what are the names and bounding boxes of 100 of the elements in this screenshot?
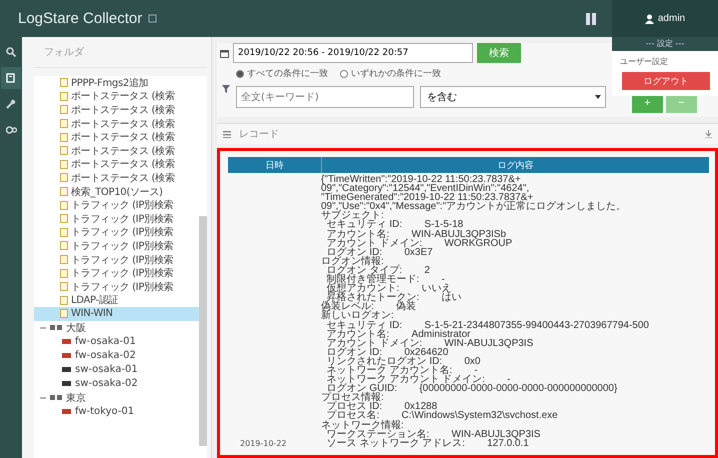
- operator-dropdown[interactable]: を含む: [420, 86, 606, 108]
- log-line: 制限付き管理モード: -: [326, 275, 445, 284]
- tree-item-label: トラフィック (IP別検索: [71, 198, 174, 212]
- tree-group-label: 大阪: [66, 322, 86, 335]
- date-cell: 2019-10-22: [240, 438, 286, 448]
- log-line: 仮想アカウント: いいえ: [326, 284, 452, 294]
- tree-item[interactable]: WIN-WIN: [34, 307, 199, 321]
- app-title: LogStare Collector: [18, 10, 142, 27]
- tree-device-label: sw-osaka-02: [75, 378, 138, 390]
- tree-item[interactable]: ポートステータス (検索: [34, 130, 199, 144]
- tree-item-label: トラフィック (IP別検索: [71, 212, 174, 226]
- tree-item[interactable]: トラフィック (IP別検索: [34, 226, 199, 240]
- logout-button[interactable]: ログアウト: [622, 72, 710, 90]
- filter-icon[interactable]: [222, 85, 230, 93]
- tree-item[interactable]: トラフィック (IP別検索: [34, 212, 199, 226]
- keyword-field[interactable]: 全文(キーワード): [236, 86, 414, 108]
- tree-device[interactable]: fw-osaka-02: [34, 348, 199, 363]
- tree-item-label: トラフィック (IP別検索: [71, 266, 174, 280]
- match-radio[interactable]: すべての条件に一致: [236, 67, 328, 80]
- tree-item[interactable]: トラフィック (IP別検索: [34, 198, 199, 212]
- log-line: プロセス名: C:\Windows\System32\svchost.exe: [326, 411, 559, 421]
- tree-item[interactable]: LDAP-認証: [34, 294, 199, 308]
- minus-icon: [40, 394, 46, 401]
- tree-item-label: PPPP-Fmgs2追加: [71, 76, 148, 90]
- log-line: セキュリティ ID: S-1-5-21-2344807355-99400443-2703967794-500: [326, 320, 650, 330]
- tree-item-label: 検索_TOP10(ソース): [71, 186, 163, 199]
- list-icon: [223, 130, 231, 138]
- grid-icon[interactable]: [586, 12, 596, 24]
- column-header[interactable]: 日時: [228, 157, 321, 173]
- menu-header: --- 設定 ---: [612, 37, 718, 51]
- log-line: ログオン ID: 0x3E7: [326, 248, 434, 257]
- tree-item[interactable]: トラフィック (IP別検索: [34, 266, 199, 280]
- tree-device[interactable]: sw-osaka-01: [34, 362, 199, 377]
- log-line: 偽装レベル: 偽装: [321, 302, 416, 312]
- tree-item[interactable]: ポートステータス (検索: [34, 103, 199, 117]
- menu-item[interactable]: ユーザー設定: [612, 56, 718, 67]
- tree-item-label: ポートステータス (検索: [71, 158, 174, 172]
- tree-item-label: トラフィック (IP別検索: [71, 240, 174, 253]
- tree-item-label: ポートステータス (検索: [71, 90, 174, 104]
- download-icon[interactable]: [705, 130, 712, 138]
- scrollbar[interactable]: [199, 216, 207, 446]
- tree-device[interactable]: fw-osaka-01: [34, 334, 199, 349]
- log-line: アカウント ドメイン: WIN-ABUJL3QP3IS: [326, 338, 534, 348]
- tree-item[interactable]: ポートステータス (検索: [34, 144, 199, 158]
- tree-device-label: fw-osaka-02: [75, 350, 136, 362]
- document-icon: [6, 73, 16, 83]
- tree-device[interactable]: fw-tokyo-01: [34, 404, 199, 419]
- tree-item[interactable]: トラフィック (IP別検索: [34, 280, 199, 294]
- tree-item[interactable]: 検索_TOP10(ソース): [34, 184, 199, 198]
- tree-device-label: sw-osaka-01: [75, 364, 138, 376]
- log-line: アカウント ドメイン: WORKGROUP: [326, 238, 514, 248]
- log-line: アカウント名: WIN-ABUJL3QP3ISb: [326, 230, 506, 239]
- tree-item[interactable]: ポートステータス (検索: [34, 171, 199, 185]
- search-icon: [6, 47, 16, 57]
- log-line: ログオン ID: 0x264620: [326, 348, 448, 357]
- tree-group[interactable]: 大阪: [34, 320, 199, 335]
- log-line: サブジェクト:: [321, 211, 384, 220]
- tree-group-label: 東京: [66, 392, 86, 405]
- user-menu-button[interactable]: admin: [612, 0, 718, 37]
- tree-item-label: トラフィック (IP別検索: [71, 280, 174, 294]
- log-line: プロセス ID: 0x1288: [326, 402, 438, 412]
- tree-device[interactable]: sw-osaka-02: [34, 376, 199, 391]
- log-line: {"TimeWritten":"2019-10-22 11:50:23.7837&+: [321, 175, 521, 184]
- log-line: 09","Use":"0x4","Message":"アカウントが正常にログオンしました。: [321, 202, 628, 212]
- log-line: セキュリティ ID: S-1-5-18: [326, 220, 464, 230]
- tree-device-label: fw-tokyo-01: [75, 406, 134, 418]
- tree-item-label: ポートステータス (検索: [71, 172, 174, 185]
- tree-group[interactable]: 東京: [34, 390, 199, 405]
- device-group-icon: [50, 395, 62, 400]
- column-header[interactable]: ログ内容: [321, 157, 709, 173]
- log-line: アカウント名: Administrator: [326, 330, 470, 339]
- gears-icon: [6, 125, 16, 135]
- tree-item-label: ポートステータス (検索: [71, 104, 174, 117]
- match-radio[interactable]: いずれかの条件に一致: [340, 67, 441, 80]
- tree-item-label: トラフィック (IP別検索: [71, 254, 174, 267]
- log-line: ネットワーク アカウント名: -: [326, 366, 478, 376]
- tree-item-label: トラフィック (IP別検索: [71, 226, 174, 240]
- log-line: ネットワーク情報:: [321, 420, 404, 430]
- tree-item[interactable]: PPPP-Fmgs2追加: [34, 76, 199, 90]
- tree-item-label: WIN-WIN: [71, 308, 113, 320]
- tree-item[interactable]: ポートステータス (検索: [34, 90, 199, 104]
- tree-item[interactable]: トラフィック (IP別検索: [34, 252, 199, 266]
- log-line: 昇格されたトークン: はい: [326, 293, 463, 302]
- tree-item-label: LDAP-認証: [71, 294, 118, 308]
- log-line: ログオン情報:: [321, 256, 384, 266]
- log-line: ソース ネットワーク アドレス: 127.0.0.1: [326, 438, 529, 448]
- tree-item[interactable]: ポートステータス (検索: [34, 116, 199, 130]
- tree-item-label: ポートステータス (検索: [71, 130, 174, 144]
- date-range-field[interactable]: 2019/10/22 20:56 - 2019/10/22 20:57: [233, 43, 473, 63]
- records-title: レコード: [239, 128, 279, 141]
- log-line: 09","Category":"12544","EventIDinWin":"4624",: [321, 184, 530, 194]
- tree-item-label: ポートステータス (検索: [71, 118, 174, 131]
- person-icon: [644, 14, 654, 24]
- tree-item[interactable]: ポートステータス (検索: [34, 158, 199, 172]
- tree-item-label: ポートステータス (検索: [71, 144, 174, 158]
- minus-icon: [40, 324, 46, 331]
- caret-icon: [595, 95, 601, 99]
- tree-item[interactable]: トラフィック (IP別検索: [34, 239, 199, 253]
- device-group-icon: [50, 325, 62, 330]
- log-line: 新しいログオン:: [321, 311, 394, 320]
